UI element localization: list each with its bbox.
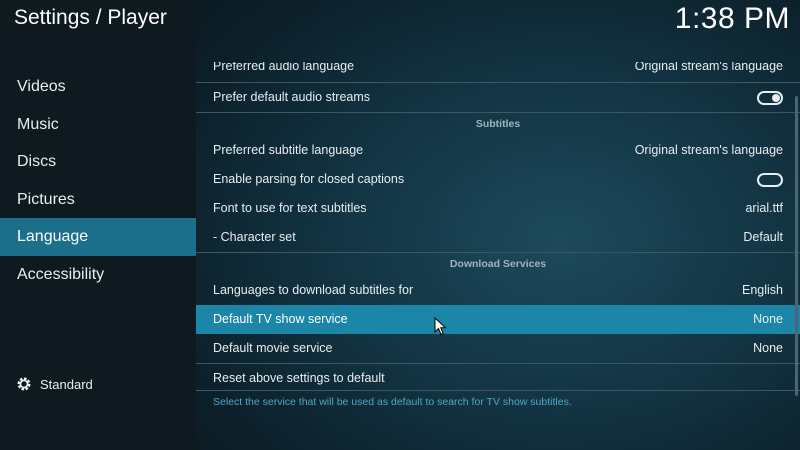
sidebar-item-accessibility[interactable]: Accessibility [0,256,196,294]
settings-level-button[interactable]: Standard [16,376,93,392]
mouse-pointer-icon [434,317,447,336]
setting-label: Default movie service [213,341,333,355]
toggle-switch-off[interactable] [757,172,783,187]
setting-movie-service[interactable]: Default movie service None [196,334,800,363]
setting-label: Preferred audio language [213,62,355,73]
setting-description: Select the service that will be used as … [213,396,572,408]
setting-label: Enable parsing for closed captions [213,172,405,186]
divider [196,390,800,391]
sidebar-item-discs[interactable]: Discs [0,143,196,181]
setting-label: - Character set [213,230,296,244]
setting-value: None [753,341,783,355]
sidebar-item-pictures[interactable]: Pictures [0,181,196,219]
setting-value: Original stream's language [634,62,783,73]
group-header-download-services: Download Services [196,252,800,276]
settings-window: Videos Music Discs Pictures Language Acc… [0,0,800,450]
settings-list: Preferred audio language Original stream… [196,62,800,450]
setting-label: Languages to download subtitles for [213,283,414,297]
setting-download-languages[interactable]: Languages to download subtitles for Engl… [196,276,800,305]
setting-value: English [742,283,783,297]
setting-value: arial.ttf [745,201,783,215]
clock: 1:38 PM [674,2,790,35]
toggle-knob [772,93,780,102]
page-title: Settings / Player [14,6,167,29]
setting-tv-show-service[interactable]: Default TV show service None [196,305,800,334]
setting-character-set[interactable]: - Character set Default [196,223,800,252]
setting-closed-captions[interactable]: Enable parsing for closed captions [196,165,800,194]
sidebar-item-videos[interactable]: Videos [0,68,196,106]
setting-subtitle-font[interactable]: Font to use for text subtitles arial.ttf [196,194,800,223]
setting-value: Original stream's language [634,143,783,157]
sidebar-item-music[interactable]: Music [0,106,196,144]
group-header-subtitles: Subtitles [196,112,800,136]
setting-value: None [753,312,783,326]
reset-settings-button[interactable]: Reset above settings to default [196,364,800,393]
toggle-switch-on[interactable] [757,90,783,105]
sidebar: Videos Music Discs Pictures Language Acc… [0,0,196,450]
scrollbar[interactable] [795,96,798,396]
setting-label: Preferred subtitle language [213,143,364,157]
gear-icon [17,377,31,391]
settings-level-label: Standard [40,376,93,392]
setting-preferred-subtitle-language[interactable]: Preferred subtitle language Original str… [196,136,800,165]
sidebar-nav: Videos Music Discs Pictures Language Acc… [0,68,196,293]
sidebar-item-language[interactable]: Language [0,218,196,256]
setting-preferred-audio-language[interactable]: Preferred audio language Original stream… [196,62,800,82]
setting-label: Default TV show service [213,312,348,326]
setting-label: Font to use for text subtitles [213,201,367,215]
setting-value: Default [743,230,783,244]
setting-label: Prefer default audio streams [213,90,371,104]
setting-prefer-default-audio-streams[interactable]: Prefer default audio streams [196,83,800,112]
reset-label: Reset above settings to default [213,371,385,385]
